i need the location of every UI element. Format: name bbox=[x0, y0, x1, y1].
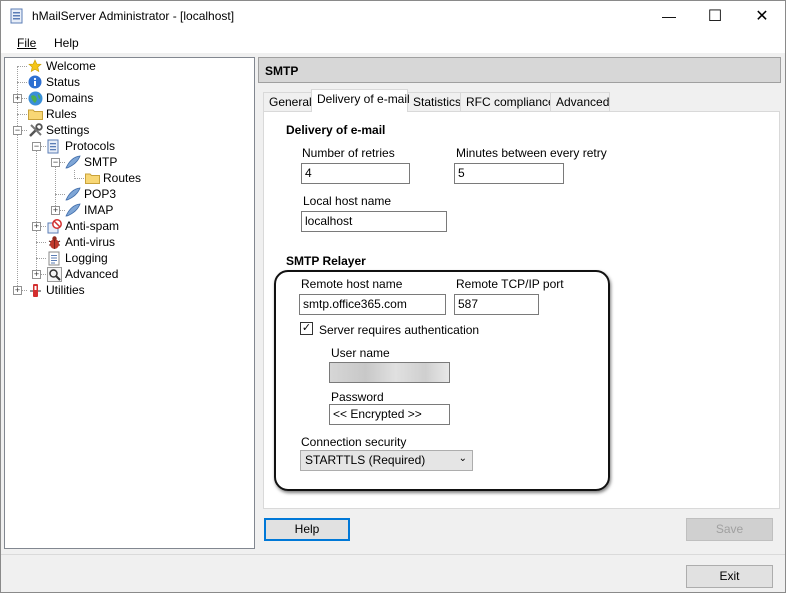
security-label: Connection security bbox=[301, 435, 407, 449]
menu-help[interactable]: Help bbox=[54, 36, 79, 50]
folder-icon bbox=[84, 170, 100, 186]
auth-label: Server requires authentication bbox=[319, 323, 480, 337]
security-select[interactable]: STARTTLS (Required) ⌄ bbox=[300, 450, 473, 471]
domains-expander[interactable]: + bbox=[13, 94, 22, 103]
tree-item-protocols[interactable]: Protocols bbox=[46, 138, 115, 154]
title-bar: hMailServer Administrator - [localhost] … bbox=[1, 1, 785, 31]
tab-statistics[interactable]: Statistics bbox=[407, 92, 461, 111]
bottom-divider bbox=[1, 554, 785, 555]
minutes-label: Minutes between every retry bbox=[456, 146, 607, 160]
tools-icon bbox=[27, 122, 43, 138]
bug-icon bbox=[46, 234, 62, 250]
tree-item-antivirus[interactable]: Anti-virus bbox=[46, 234, 115, 250]
retries-label: Number of retries bbox=[302, 146, 395, 160]
tree-item-welcome[interactable]: Welcome bbox=[27, 58, 96, 74]
panel-title: SMTP bbox=[265, 64, 299, 78]
tree-item-rules[interactable]: Rules bbox=[27, 106, 77, 122]
tree-item-utilities[interactable]: Utilities bbox=[27, 282, 85, 298]
star-icon bbox=[27, 58, 43, 74]
help-button[interactable]: Help bbox=[264, 518, 350, 541]
antispam-expander[interactable]: + bbox=[32, 222, 41, 231]
tree-item-routes[interactable]: Routes bbox=[84, 170, 141, 186]
maximize-button[interactable]: ☐ bbox=[692, 1, 738, 31]
delivery-section-title: Delivery of e-mail bbox=[286, 123, 386, 137]
tab-advanced[interactable]: Advanced bbox=[550, 92, 610, 111]
close-icon: ✕ bbox=[755, 8, 769, 25]
menu-file[interactable]: File bbox=[17, 36, 36, 50]
retries-input[interactable]: 4 bbox=[301, 163, 410, 184]
tree-item-settings[interactable]: Settings bbox=[27, 122, 89, 138]
tree-item-logging[interactable]: Logging bbox=[46, 250, 108, 266]
close-button[interactable]: ✕ bbox=[739, 1, 785, 31]
app-icon bbox=[10, 8, 23, 24]
tree-item-status[interactable]: Status bbox=[27, 74, 80, 90]
advanced-expander[interactable]: + bbox=[32, 270, 41, 279]
password-input[interactable]: << Encrypted >> bbox=[329, 404, 450, 425]
maximize-icon: ☐ bbox=[707, 8, 723, 25]
navigation-tree[interactable]: + − − − + + + + Welcome Status Domains R… bbox=[4, 57, 255, 549]
username-input[interactable] bbox=[329, 362, 450, 383]
password-label: Password bbox=[331, 390, 384, 404]
remote-host-label: Remote host name bbox=[301, 277, 403, 291]
tree-item-pop3[interactable]: POP3 bbox=[65, 186, 116, 202]
protocols-expander[interactable]: − bbox=[32, 142, 41, 151]
main-window: hMailServer Administrator - [localhost] … bbox=[0, 0, 786, 593]
magnifier-icon bbox=[46, 266, 62, 282]
tree-item-domains[interactable]: Domains bbox=[27, 90, 93, 106]
tab-delivery[interactable]: Delivery of e-mail bbox=[311, 89, 410, 112]
auth-checkbox[interactable]: ✓ bbox=[300, 322, 313, 335]
localhost-input[interactable]: localhost bbox=[301, 211, 447, 232]
log-document-icon bbox=[46, 250, 62, 266]
feather-icon bbox=[65, 154, 81, 170]
folder-icon bbox=[27, 106, 43, 122]
smtp-expander[interactable]: − bbox=[51, 158, 60, 167]
remote-host-input[interactable]: smtp.office365.com bbox=[299, 294, 446, 315]
window-title: hMailServer Administrator - [localhost] bbox=[32, 9, 235, 23]
feather-icon bbox=[65, 202, 81, 218]
save-button[interactable]: Save bbox=[686, 518, 773, 541]
minimize-icon: — bbox=[662, 8, 676, 24]
tree-item-advanced[interactable]: Advanced bbox=[46, 266, 118, 282]
tree-item-smtp[interactable]: SMTP bbox=[65, 154, 117, 170]
exit-button[interactable]: Exit bbox=[686, 565, 773, 588]
tab-rfc-compliance[interactable]: RFC compliance bbox=[460, 92, 555, 111]
utilities-expander[interactable]: + bbox=[13, 286, 22, 295]
localhost-label: Local host name bbox=[303, 194, 392, 208]
relayer-section-title: SMTP Relayer bbox=[286, 254, 366, 268]
settings-expander[interactable]: − bbox=[13, 126, 22, 135]
minutes-input[interactable]: 5 bbox=[454, 163, 564, 184]
imap-expander[interactable]: + bbox=[51, 206, 60, 215]
tab-general[interactable]: General bbox=[263, 92, 312, 111]
username-label: User name bbox=[331, 346, 390, 360]
no-spam-icon bbox=[46, 218, 62, 234]
tree-item-antispam[interactable]: Anti-spam bbox=[46, 218, 119, 234]
menu-bar: File Help bbox=[1, 31, 785, 53]
utilities-icon bbox=[27, 282, 43, 298]
feather-icon bbox=[65, 186, 81, 202]
tree-item-imap[interactable]: IMAP bbox=[65, 202, 113, 218]
protocols-icon bbox=[46, 138, 62, 154]
security-value: STARTTLS (Required) bbox=[305, 453, 426, 467]
remote-port-label: Remote TCP/IP port bbox=[456, 277, 564, 291]
minimize-button[interactable]: — bbox=[646, 1, 692, 31]
info-icon bbox=[27, 74, 43, 90]
chevron-down-icon: ⌄ bbox=[458, 453, 467, 464]
remote-port-input[interactable]: 587 bbox=[454, 294, 539, 315]
panel-header: SMTP bbox=[258, 57, 781, 83]
globe-icon bbox=[27, 90, 43, 106]
